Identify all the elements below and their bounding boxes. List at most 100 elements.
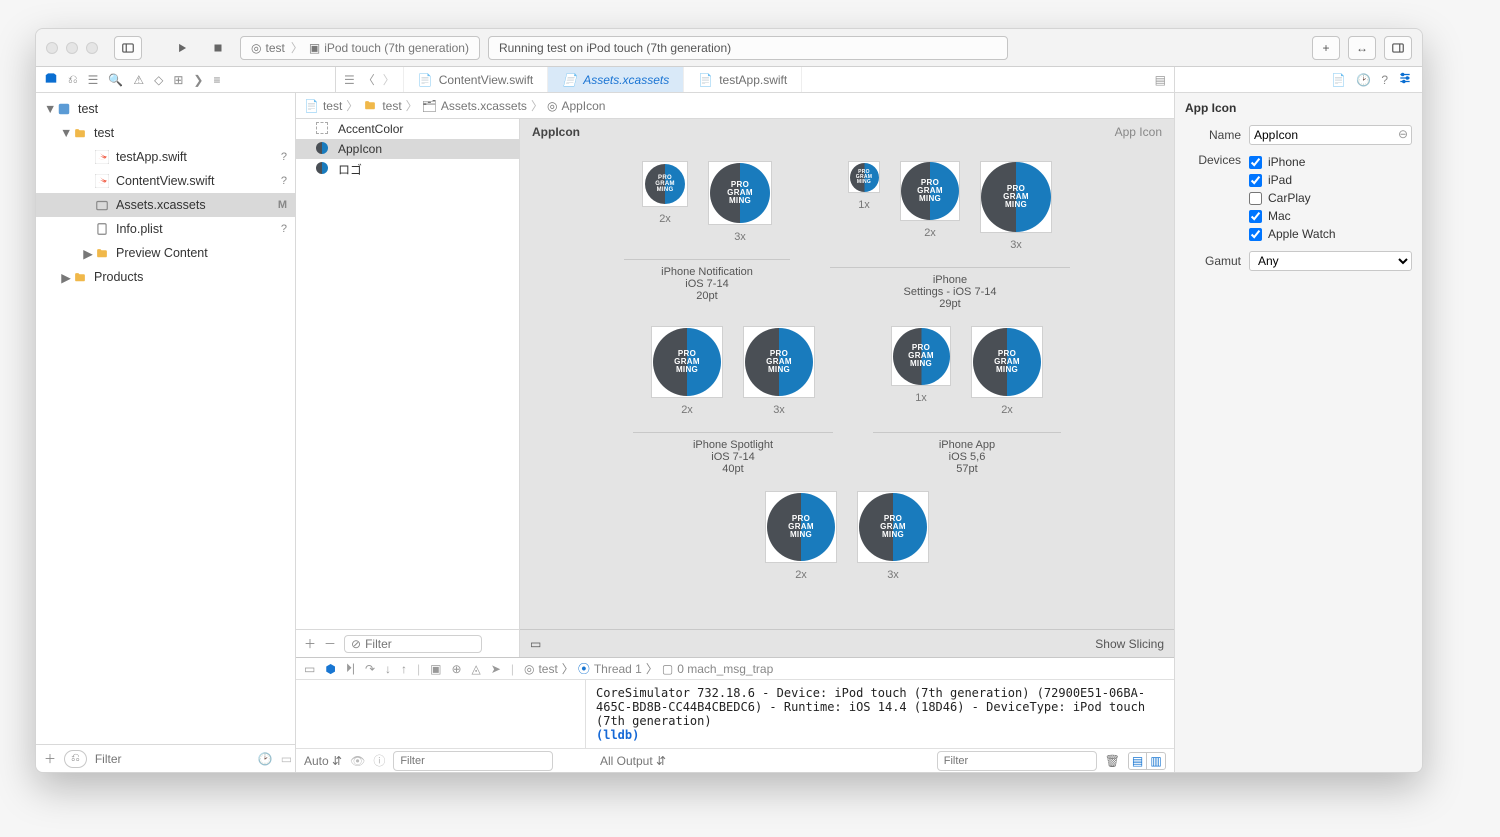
env-override-icon[interactable]: ◬ xyxy=(472,662,481,676)
vars-pane-icon[interactable]: ▤ xyxy=(1129,753,1147,769)
breakpoint-navigator-icon[interactable]: ❯ xyxy=(193,73,203,87)
sidebar-toggle-button[interactable] xyxy=(114,36,142,60)
minimize-icon[interactable] xyxy=(66,42,78,54)
icon-slot[interactable]: PROGRAMMING2x xyxy=(900,161,960,251)
test-navigator-icon[interactable]: ◇ xyxy=(154,73,163,87)
run-button[interactable] xyxy=(168,36,196,60)
issue-navigator-icon[interactable]: ⚠ xyxy=(133,73,144,87)
debug-bc-thread[interactable]: Thread 1 xyxy=(594,662,642,676)
add-button[interactable]: ＋ xyxy=(44,750,56,767)
icon-slot[interactable]: PROGRAMMING3x xyxy=(980,161,1052,251)
disclosure-icon[interactable]: ▶ xyxy=(82,246,94,261)
console-pane-icon[interactable]: ▥ xyxy=(1147,753,1165,769)
symbol-navigator-icon[interactable]: ☰ xyxy=(88,73,99,87)
icon-slot[interactable]: PROGRAMMING3x xyxy=(743,326,815,416)
nav-item-testapp-swift[interactable]: testApp.swift? xyxy=(36,145,295,169)
icon-slot[interactable]: PROGRAMMING1x xyxy=(891,326,951,416)
print-icon[interactable]: ⓘ xyxy=(373,752,385,769)
icon-slot[interactable]: PROGRAMMING2x xyxy=(971,326,1043,416)
checkbox[interactable] xyxy=(1249,156,1262,169)
hide-debug-icon[interactable]: ▭ xyxy=(304,662,315,676)
debug-view-toggle[interactable]: ▤ ▥ xyxy=(1128,752,1166,770)
nav-item-test[interactable]: ▼test xyxy=(36,97,295,121)
recent-filter-icon[interactable]: 🕑 xyxy=(258,752,273,766)
nav-item-products[interactable]: ▶Products xyxy=(36,265,295,289)
attributes-inspector-icon[interactable] xyxy=(1398,71,1412,88)
breakpoints-icon[interactable]: ⬢ xyxy=(325,662,335,676)
device-check-apple-watch[interactable]: Apple Watch xyxy=(1249,225,1412,243)
canvas-view-icon[interactable]: ▭ xyxy=(530,637,541,651)
device-check-mac[interactable]: Mac xyxy=(1249,207,1412,225)
inspector-toggle-button[interactable] xyxy=(1384,36,1412,60)
history-inspector-icon[interactable]: 🕑 xyxy=(1356,73,1371,87)
report-navigator-icon[interactable]: ≡ xyxy=(213,73,220,87)
checkbox[interactable] xyxy=(1249,174,1262,187)
debug-bc-frame[interactable]: 0 mach_msg_trap xyxy=(677,662,773,676)
continue-icon[interactable]: ⏵| xyxy=(346,661,355,676)
disclosure-icon[interactable]: ▼ xyxy=(60,126,72,140)
console-output[interactable]: CoreSimulator 732.18.6 - Device: iPod to… xyxy=(586,680,1174,748)
quicklook-icon[interactable]: 👁 xyxy=(350,754,365,768)
step-into-icon[interactable]: ↓ xyxy=(385,662,391,676)
stop-button[interactable] xyxy=(204,36,232,60)
icon-slot[interactable]: PROGRAMMING2x xyxy=(651,326,723,416)
checkbox[interactable] xyxy=(1249,192,1262,205)
output-scope-button[interactable]: All Output ⇵ xyxy=(600,754,666,768)
scheme-selector[interactable]: ◎ test 〉 ▣ iPod touch (7th generation) xyxy=(240,36,480,60)
back-button[interactable]: 〈 xyxy=(363,71,375,88)
auto-scope-button[interactable]: Auto ⇵ xyxy=(304,754,342,768)
name-field[interactable] xyxy=(1249,125,1412,145)
asset-item--[interactable]: ロゴ xyxy=(296,159,519,179)
icon-slot[interactable]: PROGRAMMING2x xyxy=(642,161,688,243)
scm-filter-button[interactable]: ⎌ xyxy=(64,750,87,768)
memory-graph-icon[interactable]: ⊕ xyxy=(451,662,461,676)
remove-asset-button[interactable]: － xyxy=(324,635,336,652)
canvas-scroll[interactable]: PROGRAMMING2xPROGRAMMING3xiPhone Notific… xyxy=(520,145,1174,629)
step-over-icon[interactable]: ↷ xyxy=(365,662,375,676)
tab-testapp-swift[interactable]: 📄testApp.swift xyxy=(684,67,802,92)
show-slicing-button[interactable]: Show Slicing xyxy=(1095,637,1164,651)
project-navigator-icon[interactable] xyxy=(44,71,58,88)
checkbox[interactable] xyxy=(1249,210,1262,223)
clear-icon[interactable]: ⊖ xyxy=(1398,127,1408,141)
clear-console-icon[interactable]: 🗑 xyxy=(1105,754,1120,768)
debug-bc-target[interactable]: test xyxy=(538,662,557,676)
asset-filter-input[interactable] xyxy=(365,637,475,651)
variables-view[interactable] xyxy=(296,680,586,748)
nav-item-assets-xcassets[interactable]: Assets.xcassetsM xyxy=(36,193,295,217)
nav-item-info-plist[interactable]: Info.plist? xyxy=(36,217,295,241)
forward-button[interactable]: 〉 xyxy=(383,71,395,88)
nav-item-test[interactable]: ▼test xyxy=(36,121,295,145)
checkbox[interactable] xyxy=(1249,228,1262,241)
related-items-icon[interactable]: ☰ xyxy=(344,73,355,87)
nav-item-preview-content[interactable]: ▶Preview Content xyxy=(36,241,295,265)
device-check-carplay[interactable]: CarPlay xyxy=(1249,189,1412,207)
view-debug-icon[interactable]: ▣ xyxy=(430,662,441,676)
disclosure-icon[interactable]: ▶ xyxy=(60,270,72,285)
disclosure-icon[interactable]: ▼ xyxy=(44,102,56,116)
console-filter-input[interactable] xyxy=(937,751,1097,771)
debug-navigator-icon[interactable]: ⊞ xyxy=(173,73,183,87)
minimap-icon[interactable]: ▤ xyxy=(1155,73,1166,87)
add-asset-button[interactable]: ＋ xyxy=(304,635,316,652)
find-navigator-icon[interactable]: 🔍 xyxy=(108,73,123,87)
library-button[interactable]: + xyxy=(1312,36,1340,60)
icon-slot[interactable]: PROGRAMMING1x xyxy=(848,161,880,251)
nav-item-contentview-swift[interactable]: ContentView.swift? xyxy=(36,169,295,193)
step-out-icon[interactable]: ↑ xyxy=(401,662,407,676)
variables-filter-input[interactable] xyxy=(393,751,553,771)
tab-contentview-swift[interactable]: 📄ContentView.swift xyxy=(404,67,548,92)
source-control-navigator-icon[interactable]: ⎌ xyxy=(68,72,78,87)
device-check-ipad[interactable]: iPad xyxy=(1249,171,1412,189)
icon-slot[interactable]: PROGRAMMING3x xyxy=(857,491,929,581)
icon-slot[interactable]: PROGRAMMING2x xyxy=(765,491,837,581)
file-inspector-icon[interactable]: 📄 xyxy=(1331,73,1346,87)
asset-item-accentcolor[interactable]: AccentColor xyxy=(296,119,519,139)
navigator-filter-input[interactable] xyxy=(95,752,250,766)
close-icon[interactable] xyxy=(46,42,58,54)
gamut-select[interactable]: Any xyxy=(1249,251,1412,271)
zoom-icon[interactable] xyxy=(86,42,98,54)
breadcrumb[interactable]: 📄 test 〉 test 〉 🗂 Assets.xcassets 〉 ◎ Ap… xyxy=(296,93,1174,119)
tab-assets-xcassets[interactable]: 📄Assets.xcassets xyxy=(548,67,684,92)
device-check-iphone[interactable]: iPhone xyxy=(1249,153,1412,171)
